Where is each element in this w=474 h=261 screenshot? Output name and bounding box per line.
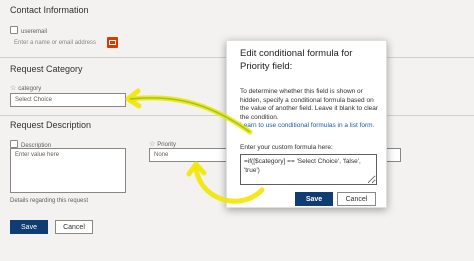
conditional-formula-dialog: Edit conditional formula for Priority fi…: [226, 40, 387, 208]
app-window: Contact Information useremail Enter a na…: [0, 0, 474, 261]
dialog-cancel-button[interactable]: Cancel: [337, 192, 376, 206]
dialog-save-button[interactable]: Save: [295, 192, 333, 206]
dialog-title: Edit conditional formula for Priority fi…: [240, 48, 353, 72]
formula-input[interactable]: =if([$category] == 'Select Choice', 'fal…: [240, 154, 377, 185]
dialog-description: To determine whether this field is shown…: [240, 88, 379, 121]
learn-more-link[interactable]: Learn to use conditional formulas in a l…: [240, 122, 380, 131]
formula-label: Enter your custom formula here:: [240, 144, 333, 151]
